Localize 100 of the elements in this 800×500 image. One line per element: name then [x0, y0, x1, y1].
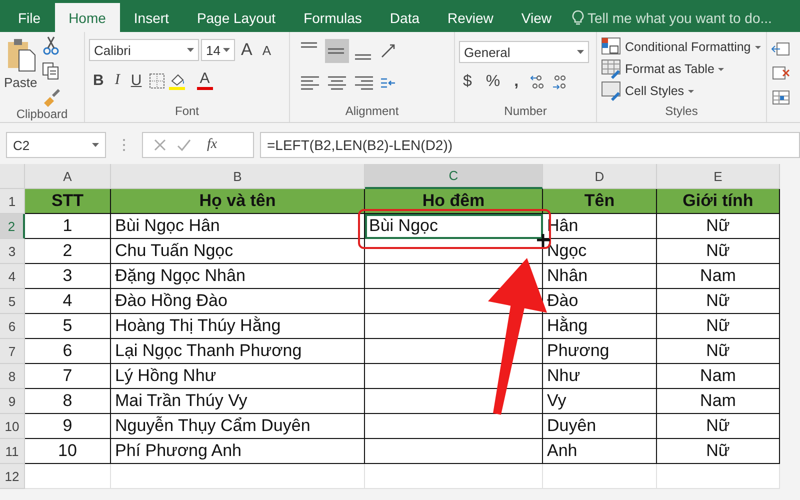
table-cell: Phí Phương Anh [111, 439, 365, 464]
decrease-decimal-icon[interactable] [550, 73, 567, 91]
row-header[interactable]: 12 [0, 464, 25, 489]
styles-menu-button[interactable]: Format as Table [601, 59, 762, 79]
table-cell: 6 [25, 339, 111, 364]
table-cell: Nhân [543, 264, 657, 289]
row-header[interactable]: 1 [0, 189, 25, 214]
fill-color-icon[interactable] [168, 72, 186, 90]
table-cell: 4 [25, 289, 111, 314]
ribbon-tab[interactable]: Review [434, 4, 508, 32]
table-cell: 5 [25, 314, 111, 339]
caret-icon [754, 46, 761, 48]
row-header[interactable]: 9 [0, 389, 25, 414]
formula-field[interactable]: =LEFT(B2,LEN(B2)-LEN(D2)) [260, 132, 800, 158]
row-header[interactable]: 8 [0, 364, 25, 389]
delete-cells-icon[interactable] [771, 64, 791, 82]
table-cell: 8 [25, 389, 111, 414]
ribbon-tab[interactable]: File [4, 4, 55, 32]
column-title: STT [25, 189, 111, 214]
table-cell: 2 [25, 239, 111, 264]
column-title: Họ và tên [111, 189, 365, 214]
column-header[interactable]: B [111, 164, 365, 189]
font-size-dropdown[interactable]: 14 [201, 39, 235, 61]
ribbon-tab[interactable]: Home [54, 3, 120, 32]
scissors-icon[interactable] [41, 35, 62, 55]
caret-icon [718, 68, 724, 70]
table-cell: Mai Trần Thúy Vy [111, 389, 365, 414]
paste-button[interactable]: Paste [4, 75, 38, 90]
table-cell: Anh [543, 439, 657, 464]
caret-icon [223, 48, 230, 52]
table-cell: Nam [657, 389, 780, 414]
number-format-dropdown[interactable]: General [459, 41, 589, 63]
styles-menu-button[interactable]: Cell Styles [601, 81, 762, 101]
ribbon-tab[interactable]: Insert [120, 4, 183, 32]
caret-icon [187, 48, 194, 52]
table-cell: Bùi Ngọc Hân [111, 214, 365, 239]
column-header[interactable]: A [25, 164, 111, 189]
align-middle-icon[interactable] [325, 39, 349, 63]
table-cell: Nữ [657, 439, 780, 464]
shrink-font-button[interactable]: A [258, 40, 276, 60]
table-cell: Nữ [657, 214, 780, 239]
column-title: Tên [543, 189, 657, 214]
caret-icon [688, 90, 694, 92]
table-cell: Nữ [657, 414, 780, 439]
lightbulb-icon [572, 10, 584, 26]
column-header[interactable]: D [543, 164, 657, 189]
table-cell: Nữ [657, 314, 780, 339]
font-color-button[interactable]: A [196, 71, 213, 90]
copy-icon[interactable] [41, 61, 62, 81]
table-cell: 10 [25, 439, 111, 464]
row-header[interactable]: 2 [0, 214, 25, 239]
table-cell: 1 [25, 214, 111, 239]
currency-button[interactable]: $ [459, 71, 476, 93]
table-cell: Lý Hồng Như [111, 364, 365, 389]
insert-cells-icon[interactable] [771, 40, 791, 58]
borders-icon[interactable] [148, 72, 165, 88]
comma-button[interactable]: , [510, 71, 523, 93]
increase-decimal-icon[interactable] [528, 73, 545, 91]
table-cell: Nữ [657, 289, 780, 314]
caret-icon [92, 143, 99, 147]
group-label: Font [174, 104, 200, 120]
italic-button[interactable]: I [110, 70, 124, 91]
row-header[interactable]: 11 [0, 439, 25, 464]
row-header[interactable]: 7 [0, 339, 25, 364]
font-name-dropdown[interactable]: Calibri [89, 39, 199, 61]
table-cell: Hoàng Thị Thúy Hằng [111, 314, 365, 339]
insert-function-button[interactable]: fx [201, 137, 224, 153]
column-header[interactable]: E [657, 164, 780, 189]
ribbon-tab[interactable]: View [507, 4, 566, 32]
tell-me-field[interactable]: Tell me what you want to do... [588, 10, 772, 26]
ribbon-tab[interactable]: Page Layout [182, 4, 290, 32]
column-header[interactable]: C [365, 164, 543, 189]
table-cell: Nữ [657, 339, 780, 364]
ribbon-tab[interactable]: Data [376, 4, 434, 32]
column-title: Ho đêm [365, 189, 543, 214]
ribbon-tab[interactable]: Formulas [290, 4, 376, 32]
table-cell: Đặng Ngọc Nhân [111, 264, 365, 289]
group-label: Clipboard [15, 107, 69, 122]
percent-button[interactable]: % [482, 71, 504, 93]
grow-font-button[interactable]: A [237, 38, 256, 62]
table-cell: 9 [25, 414, 111, 439]
underline-button[interactable]: U [126, 70, 146, 91]
row-header[interactable]: 6 [0, 314, 25, 339]
table-cell: Lại Ngọc Thanh Phương [111, 339, 365, 364]
row-header[interactable]: 4 [0, 264, 25, 289]
table-cell: Vy [543, 389, 657, 414]
column-title: Giới tính [657, 189, 780, 214]
row-header[interactable]: 3 [0, 239, 25, 264]
group-label: Styles [664, 104, 699, 120]
row-header[interactable]: 5 [0, 289, 25, 314]
group-label: Number [503, 104, 548, 120]
bold-button[interactable]: B [89, 70, 108, 91]
row-header[interactable]: 10 [0, 414, 25, 439]
styles-menu-button[interactable]: Conditional Formatting [601, 37, 762, 57]
format-cells-icon[interactable] [771, 88, 791, 106]
table-cell: Duyên [543, 414, 657, 439]
active-cell[interactable]: Bùi Ngọc [365, 214, 543, 239]
table-cell: Phương [543, 339, 657, 364]
name-box[interactable]: C2 [6, 132, 106, 158]
caret-icon [577, 50, 584, 54]
